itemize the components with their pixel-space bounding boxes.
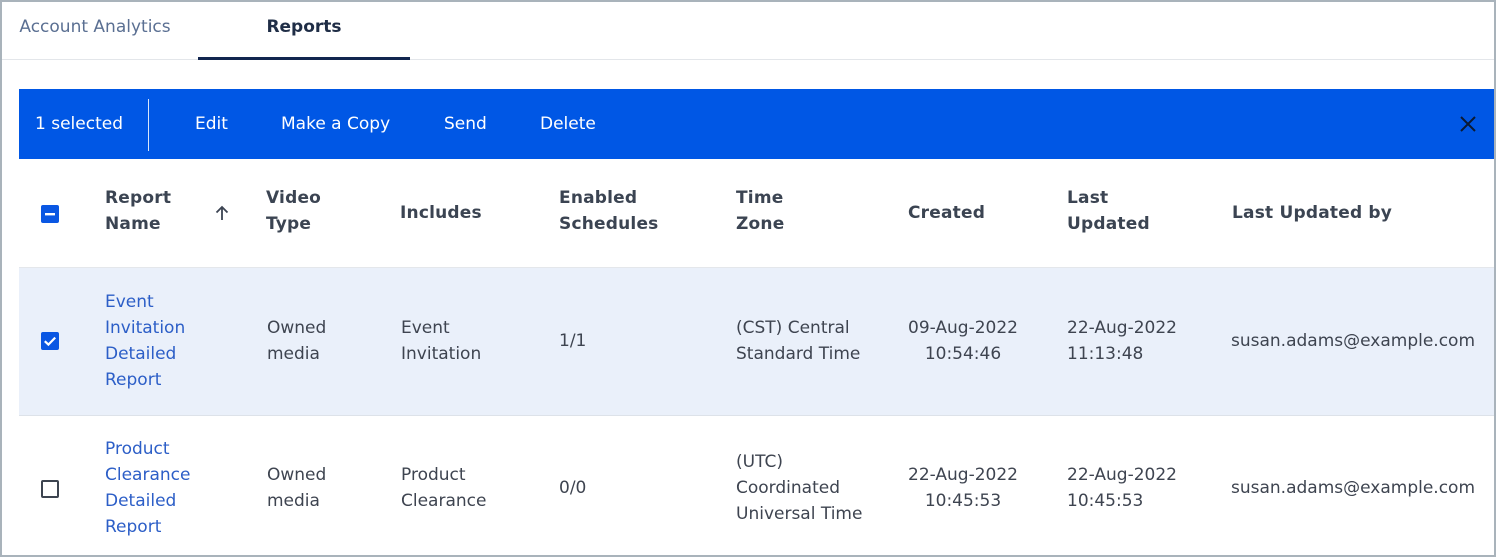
last-updated-cell: 22-Aug-2022 11:13:48 (1067, 315, 1177, 367)
text-line: 11:13:48 (1067, 344, 1144, 364)
tab-reports[interactable]: Reports (198, 2, 410, 60)
header-line: Enabled (559, 188, 638, 208)
reports-panel: Account Analytics Reports 1 selected Edi… (0, 0, 1496, 557)
report-name-link[interactable]: Product Clearance Detailed Report (105, 436, 190, 540)
sort-arrow-up-icon[interactable] (213, 204, 231, 222)
header-line: Type (266, 214, 312, 234)
column-header-report-name[interactable]: Report Name (105, 185, 171, 237)
header-line: Schedules (559, 214, 659, 234)
text-line: media (267, 344, 320, 364)
text-line: 10:45:53 (1067, 491, 1144, 511)
toolbar-divider (148, 99, 149, 151)
table-row[interactable]: Product Clearance Detailed Report Owned … (19, 416, 1494, 555)
text-line: Standard Time (736, 344, 861, 364)
text-line: Clearance (401, 491, 487, 511)
text-line: Product (401, 465, 466, 485)
row-checkbox[interactable] (41, 332, 59, 350)
tab-account-analytics[interactable]: Account Analytics (2, 2, 188, 58)
header-line: Last (1067, 188, 1109, 208)
make-copy-button[interactable]: Make a Copy (281, 89, 390, 159)
column-header-last-updated-by[interactable]: Last Updated by (1232, 200, 1392, 226)
text-line: Invitation (401, 344, 482, 364)
table-row[interactable]: Event Invitation Detailed Report Owned m… (19, 268, 1494, 416)
row-checkbox[interactable] (41, 480, 59, 498)
text-line: 10:54:46 (924, 344, 1002, 364)
text-line: Product (105, 439, 170, 459)
text-line: Report (105, 517, 162, 537)
send-button[interactable]: Send (444, 89, 487, 159)
column-header-time-zone[interactable]: Time Zone (736, 185, 784, 237)
time-zone-cell: (CST) Central Standard Time (736, 315, 860, 367)
text-line: Owned (267, 318, 327, 338)
header-line: Updated (1067, 214, 1150, 234)
text-line: Report (105, 370, 162, 390)
text-line: Event (401, 318, 450, 338)
includes-cell: Event Invitation (401, 315, 481, 367)
checkmark-icon (44, 336, 56, 347)
video-type-cell: Owned media (267, 315, 326, 367)
text-line: Invitation (105, 318, 186, 338)
last-updated-by-cell: susan.adams@example.com (1231, 331, 1476, 351)
video-type-cell: Owned media (267, 462, 326, 514)
text-line: 22-Aug-2022 (1067, 318, 1177, 338)
header-line: Zone (736, 214, 785, 234)
header-line: Time (736, 188, 784, 208)
select-all-checkbox[interactable] (41, 205, 59, 223)
text-line: Owned (267, 465, 327, 485)
time-zone-cell: (UTC) Coordinated Universal Time (736, 449, 862, 527)
report-name-link[interactable]: Event Invitation Detailed Report (105, 289, 185, 393)
selection-toolbar: 1 selected Edit Make a Copy Send Delete (19, 89, 1494, 159)
column-header-includes[interactable]: Includes (400, 200, 482, 226)
header-line: Video (266, 188, 322, 208)
text-line: Universal Time (736, 504, 863, 524)
selected-count: 1 selected (35, 114, 123, 134)
text-line: 10:45:53 (924, 491, 1002, 511)
text-line: Clearance (105, 465, 191, 485)
header-line: Report (105, 188, 172, 208)
text-line: 22-Aug-2022 (1067, 465, 1177, 485)
text-line: (UTC) (736, 452, 783, 472)
enabled-schedules-cell: 0/0 (559, 478, 587, 498)
column-header-video-type[interactable]: Video Type (266, 185, 321, 237)
text-line: media (267, 491, 320, 511)
last-updated-by-cell: susan.adams@example.com (1231, 478, 1476, 498)
created-cell: 22-Aug-2022 10:45:53 (908, 462, 1018, 514)
table-header: Report Name Video Type Includes Enabled … (19, 160, 1494, 268)
text-line: (CST) Central (736, 318, 850, 338)
text-line: 22-Aug-2022 (908, 465, 1018, 485)
header-line: Name (105, 214, 161, 234)
text-line: 09-Aug-2022 (908, 318, 1018, 338)
last-updated-cell: 22-Aug-2022 10:45:53 (1067, 462, 1177, 514)
text-line: Detailed (105, 491, 177, 511)
enabled-schedules-cell: 1/1 (559, 331, 587, 351)
delete-button[interactable]: Delete (540, 89, 596, 159)
text-line: Detailed (105, 344, 177, 364)
text-line: Coordinated (736, 478, 840, 498)
includes-cell: Product Clearance (401, 462, 486, 514)
created-cell: 09-Aug-2022 10:54:46 (908, 315, 1018, 367)
edit-button[interactable]: Edit (195, 89, 228, 159)
indeterminate-icon (45, 213, 55, 216)
text-line: Event (105, 292, 154, 312)
close-icon[interactable] (1457, 113, 1479, 135)
column-header-enabled-schedules[interactable]: Enabled Schedules (559, 185, 659, 237)
column-header-last-updated[interactable]: Last Updated (1067, 185, 1150, 237)
tab-bar: Account Analytics Reports (2, 2, 1494, 60)
column-header-created[interactable]: Created (908, 200, 985, 226)
